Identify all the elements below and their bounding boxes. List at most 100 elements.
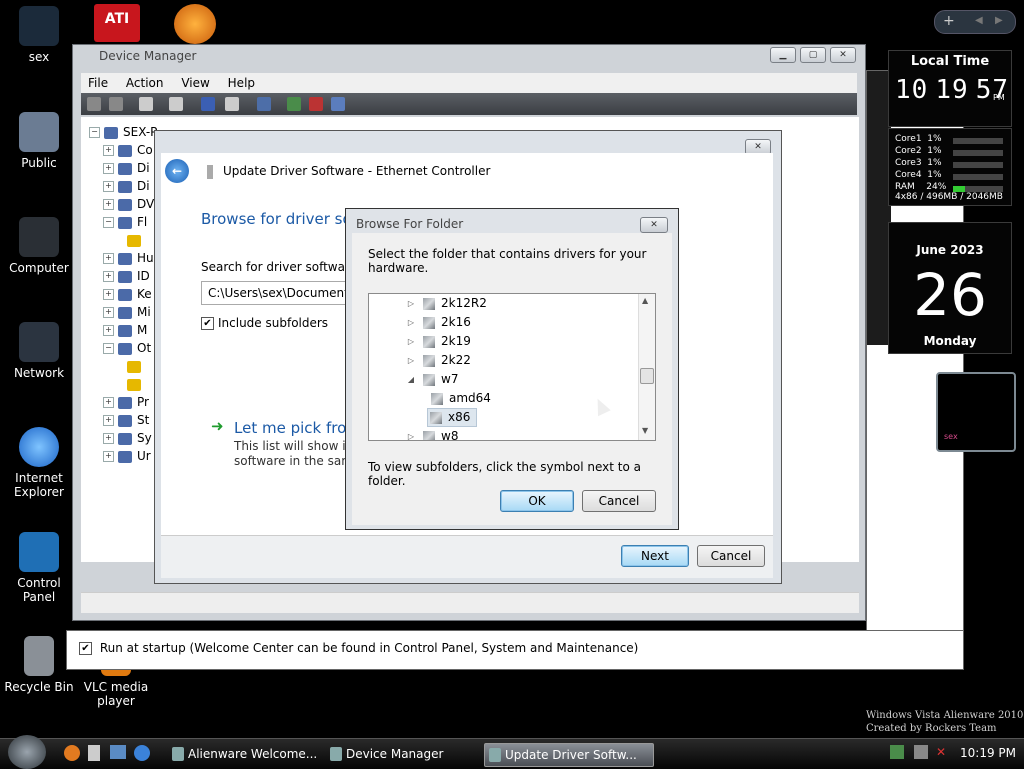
minimize-button[interactable]: ▁ bbox=[770, 47, 796, 63]
browse-cancel-button[interactable]: Cancel bbox=[582, 490, 656, 512]
back-icon[interactable] bbox=[87, 97, 101, 111]
include-subfolders[interactable]: ✔ Include subfolders bbox=[201, 316, 328, 330]
ram-bar bbox=[953, 185, 1003, 192]
properties-icon[interactable] bbox=[139, 97, 153, 111]
folder-item-selected[interactable]: x86 bbox=[427, 408, 478, 427]
ati-radeon-icon[interactable]: ATI bbox=[94, 4, 140, 42]
folder-item[interactable]: ▷ 2k16 bbox=[405, 313, 471, 332]
next-button[interactable]: Next bbox=[621, 545, 689, 567]
folder-item[interactable]: ◢ w7 bbox=[405, 370, 459, 389]
folder-item[interactable]: ▷ 2k19 bbox=[405, 332, 471, 351]
cancel-button[interactable]: Cancel bbox=[697, 545, 765, 567]
browse-content: Select the folder that contains drivers … bbox=[352, 233, 672, 525]
tree-item[interactable]: + Co bbox=[103, 141, 153, 159]
menu-file[interactable]: File bbox=[81, 73, 115, 93]
tree-item[interactable]: + Di bbox=[103, 177, 150, 195]
usb-icon bbox=[118, 450, 132, 463]
folder-item[interactable]: amd64 bbox=[431, 389, 491, 408]
expand-arrow-icon: ▷ bbox=[407, 299, 415, 308]
task-device-manager[interactable]: Device Manager bbox=[326, 743, 486, 765]
monitor-icon bbox=[118, 324, 132, 337]
quick-launch-icon[interactable] bbox=[88, 745, 100, 761]
desktop-icon-network[interactable]: Network bbox=[0, 322, 78, 380]
tree-item[interactable]: − Fl bbox=[103, 213, 147, 231]
tree-item[interactable]: + Di bbox=[103, 159, 150, 177]
update-driver-icon[interactable] bbox=[287, 97, 301, 111]
desktop-icon-user[interactable]: sex bbox=[0, 6, 78, 64]
ccleaner-icon[interactable] bbox=[174, 4, 216, 44]
pick-from-list-link[interactable]: Let me pick from bbox=[234, 419, 361, 437]
taskbar-clock[interactable]: 10:19 PM bbox=[960, 746, 1016, 760]
tree-subitem[interactable] bbox=[127, 357, 146, 375]
folder-item[interactable]: ▷ 2k12R2 bbox=[405, 294, 487, 313]
folder-item[interactable]: ▷ 2k22 bbox=[405, 351, 471, 370]
task-icon bbox=[489, 748, 501, 762]
desktop-icon-computer[interactable]: Computer bbox=[0, 217, 78, 275]
back-arrow-icon[interactable]: ← bbox=[165, 159, 189, 183]
browse-close-button[interactable]: ✕ bbox=[640, 217, 668, 233]
task-alienware-welcome[interactable]: Alienware Welcome... bbox=[168, 743, 328, 765]
warning-device-icon bbox=[127, 234, 141, 247]
scroll-down-icon[interactable]: ▼ bbox=[642, 426, 648, 435]
desktop-icon-control-panel[interactable]: Control Panel bbox=[0, 532, 78, 604]
uninstall-icon[interactable] bbox=[309, 97, 323, 111]
status-bar bbox=[81, 592, 859, 613]
ok-button[interactable]: OK bbox=[500, 490, 574, 512]
path-input[interactable]: C:\Users\sex\Documents bbox=[201, 281, 359, 305]
tree-item[interactable]: − Ot bbox=[103, 339, 151, 357]
menu-bar: File Action View Help bbox=[81, 73, 857, 93]
tree-item[interactable]: + Ke bbox=[103, 285, 152, 303]
warning-device-icon bbox=[127, 378, 141, 391]
menu-view[interactable]: View bbox=[174, 73, 216, 93]
tree-root[interactable]: − SEX-P bbox=[89, 123, 157, 141]
folder-item[interactable]: ▷ w8 bbox=[405, 427, 458, 440]
scroll-thumb[interactable] bbox=[640, 368, 654, 384]
tree-item[interactable]: + ID bbox=[103, 267, 150, 285]
forward-icon[interactable] bbox=[109, 97, 123, 111]
slideshow-gadget[interactable]: sex bbox=[936, 372, 1016, 452]
firefox-icon[interactable] bbox=[64, 745, 80, 761]
browse-folder-title: Browse For Folder bbox=[356, 217, 464, 231]
prev-icon[interactable]: ◀ bbox=[975, 15, 983, 26]
user-folder-icon bbox=[19, 6, 59, 46]
help-icon[interactable] bbox=[201, 97, 215, 111]
scroll-up-icon[interactable]: ▲ bbox=[642, 296, 648, 305]
expand-arrow-icon: ▷ bbox=[407, 337, 415, 346]
volume-muted-icon[interactable]: ✕ bbox=[936, 745, 950, 759]
computer-icon bbox=[19, 217, 59, 257]
maximize-button[interactable]: ▢ bbox=[800, 47, 826, 63]
tree-item[interactable]: + Mi bbox=[103, 303, 151, 321]
show-desktop-icon[interactable] bbox=[110, 745, 126, 759]
menu-help[interactable]: Help bbox=[221, 73, 262, 93]
show-hide-icon[interactable] bbox=[169, 97, 183, 111]
disable-icon[interactable] bbox=[331, 97, 345, 111]
calendar-day: 26 bbox=[913, 261, 987, 329]
add-gadget-icon[interactable]: + bbox=[943, 13, 955, 29]
device-icon bbox=[118, 162, 132, 175]
tree-item[interactable]: + Hu bbox=[103, 249, 154, 267]
desktop-icon-public[interactable]: Public bbox=[0, 112, 78, 170]
tree-subitem[interactable] bbox=[127, 231, 146, 249]
tree-item[interactable]: + DV bbox=[103, 195, 154, 213]
tree-item[interactable]: + Sy bbox=[103, 429, 152, 447]
ie-quicklaunch-icon[interactable] bbox=[134, 745, 150, 761]
run-at-startup-checkbox[interactable]: ✔ bbox=[79, 642, 92, 655]
tree-item[interactable]: + St bbox=[103, 411, 149, 429]
tree-item[interactable]: + Ur bbox=[103, 447, 151, 465]
calendar-weekday: Monday bbox=[923, 334, 977, 348]
start-button[interactable] bbox=[8, 735, 46, 769]
close-button[interactable]: ✕ bbox=[830, 47, 856, 63]
include-subfolders-checkbox[interactable]: ✔ bbox=[201, 317, 214, 330]
scan-hardware-icon[interactable] bbox=[257, 97, 271, 111]
action-icon[interactable] bbox=[225, 97, 239, 111]
tree-item[interactable]: + Pr bbox=[103, 393, 149, 411]
tree-subitem[interactable] bbox=[127, 375, 146, 393]
network-tray-icon[interactable] bbox=[890, 745, 904, 759]
tray-icon[interactable] bbox=[914, 745, 928, 759]
task-update-driver[interactable]: Update Driver Softw... bbox=[484, 743, 654, 767]
desktop-icon-ie[interactable]: Internet Explorer bbox=[0, 427, 78, 499]
tree-item[interactable]: + M bbox=[103, 321, 147, 339]
next-icon[interactable]: ▶ bbox=[995, 15, 1003, 26]
folder-scrollbar[interactable]: ▲ ▼ bbox=[638, 294, 655, 440]
menu-action[interactable]: Action bbox=[119, 73, 171, 93]
